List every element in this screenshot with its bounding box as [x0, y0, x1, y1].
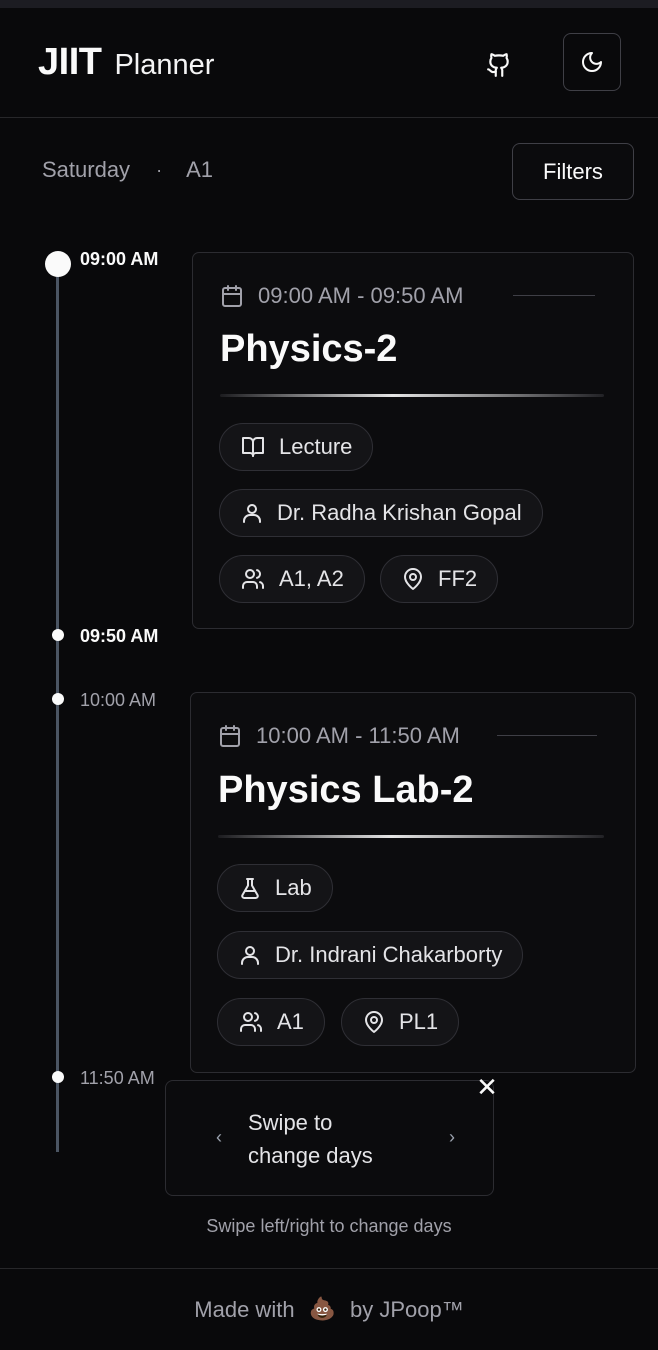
day-info: Saturday · A1: [42, 157, 213, 183]
class-time-range: 10:00 AM - 11:50 AM: [218, 723, 460, 749]
app-header: JIIT Planner: [0, 8, 658, 118]
calendar-icon: [218, 724, 242, 748]
title-underline: [218, 835, 604, 838]
timeline-time: 11:50 AM: [80, 1068, 155, 1088]
map-pin-icon: [362, 1010, 386, 1034]
swipe-hint-line1: Swipe to: [248, 1110, 333, 1135]
time-divider: [513, 295, 595, 296]
batches-text: A1, A2: [279, 566, 344, 591]
close-icon[interactable]: ✕: [476, 1074, 498, 1100]
teacher-chip: Dr. Radha Krishan Gopal: [219, 489, 543, 537]
batches-chip: A1, A2: [219, 555, 365, 603]
top-strip: [0, 0, 658, 8]
chevron-right-icon: ›: [449, 1127, 455, 1147]
github-icon: [487, 53, 509, 77]
book-open-icon: [240, 435, 266, 459]
brand-light-text: Planner: [114, 49, 215, 81]
chevron-left-icon: ‹: [216, 1127, 222, 1147]
flask-icon: [238, 876, 262, 900]
calendar-icon: [220, 284, 244, 308]
theme-toggle-button[interactable]: [563, 33, 621, 91]
room-text: PL1: [399, 1009, 439, 1034]
class-time-text: 10:00 AM - 11:50 AM: [256, 723, 460, 748]
class-title: Physics-2: [220, 328, 398, 370]
timeline-dot-start: [45, 251, 71, 277]
class-type-chip: Lab: [217, 864, 333, 912]
brand-logo[interactable]: JIIT Planner: [38, 41, 214, 84]
day-label: Saturday: [42, 157, 131, 182]
batch-label: A1: [186, 157, 213, 182]
swipe-hint-toast[interactable]: ‹ Swipe to change days ›: [165, 1080, 494, 1196]
footer: Made with 💩 by JPoop™: [0, 1268, 658, 1350]
users-icon: [240, 567, 266, 591]
github-link[interactable]: [478, 44, 520, 86]
poop-emoji-icon: 💩: [308, 1297, 336, 1322]
room-text: FF2: [438, 566, 478, 591]
footer-suffix[interactable]: by JPoop™: [350, 1297, 464, 1323]
timeline-dot: [52, 629, 64, 641]
day-separator: ·: [156, 159, 163, 180]
class-time-text: 09:00 AM - 09:50 AM: [258, 283, 464, 308]
user-icon: [240, 501, 264, 525]
timeline-dot: [52, 693, 64, 705]
room-chip: FF2: [380, 555, 499, 603]
batches-text: A1: [277, 1009, 304, 1034]
class-time-range: 09:00 AM - 09:50 AM: [220, 283, 463, 309]
teacher-chip: Dr. Indrani Chakarborty: [217, 931, 524, 979]
map-pin-icon: [401, 567, 425, 591]
time-divider: [497, 735, 597, 736]
teacher-name: Dr. Indrani Chakarborty: [275, 942, 503, 967]
batches-chip: A1: [217, 998, 325, 1046]
footer-prefix: Made with: [194, 1296, 295, 1322]
timeline-time: 10:00 AM: [80, 690, 157, 710]
filters-button[interactable]: Filters: [512, 143, 634, 200]
user-icon: [238, 943, 262, 967]
users-icon: [238, 1010, 264, 1034]
moon-icon: [582, 52, 602, 72]
timeline-time: 09:50 AM: [80, 626, 159, 646]
teacher-name: Dr. Radha Krishan Gopal: [277, 500, 522, 525]
swipe-hint-text: Swipe to change days: [248, 1106, 373, 1172]
class-title: Physics Lab-2: [218, 769, 474, 811]
brand-strong-text: JIIT: [38, 41, 102, 83]
title-underline: [220, 394, 604, 397]
room-chip: PL1: [341, 998, 460, 1046]
swipe-hint-line2: change days: [248, 1143, 373, 1168]
class-card[interactable]: 09:00 AM - 09:50 AM Physics-2 Lecture Dr…: [192, 252, 634, 629]
timeline-time: 09:00 AM: [80, 249, 159, 269]
class-type-text: Lab: [275, 875, 312, 900]
class-type-chip: Lecture: [219, 423, 374, 471]
class-type-text: Lecture: [279, 434, 353, 459]
timeline-dot: [52, 1071, 64, 1083]
class-card[interactable]: 10:00 AM - 11:50 AM Physics Lab-2 Lab Dr…: [190, 692, 636, 1073]
swipe-caption: Swipe left/right to change days: [206, 1216, 452, 1236]
timeline-line: [56, 264, 59, 1152]
